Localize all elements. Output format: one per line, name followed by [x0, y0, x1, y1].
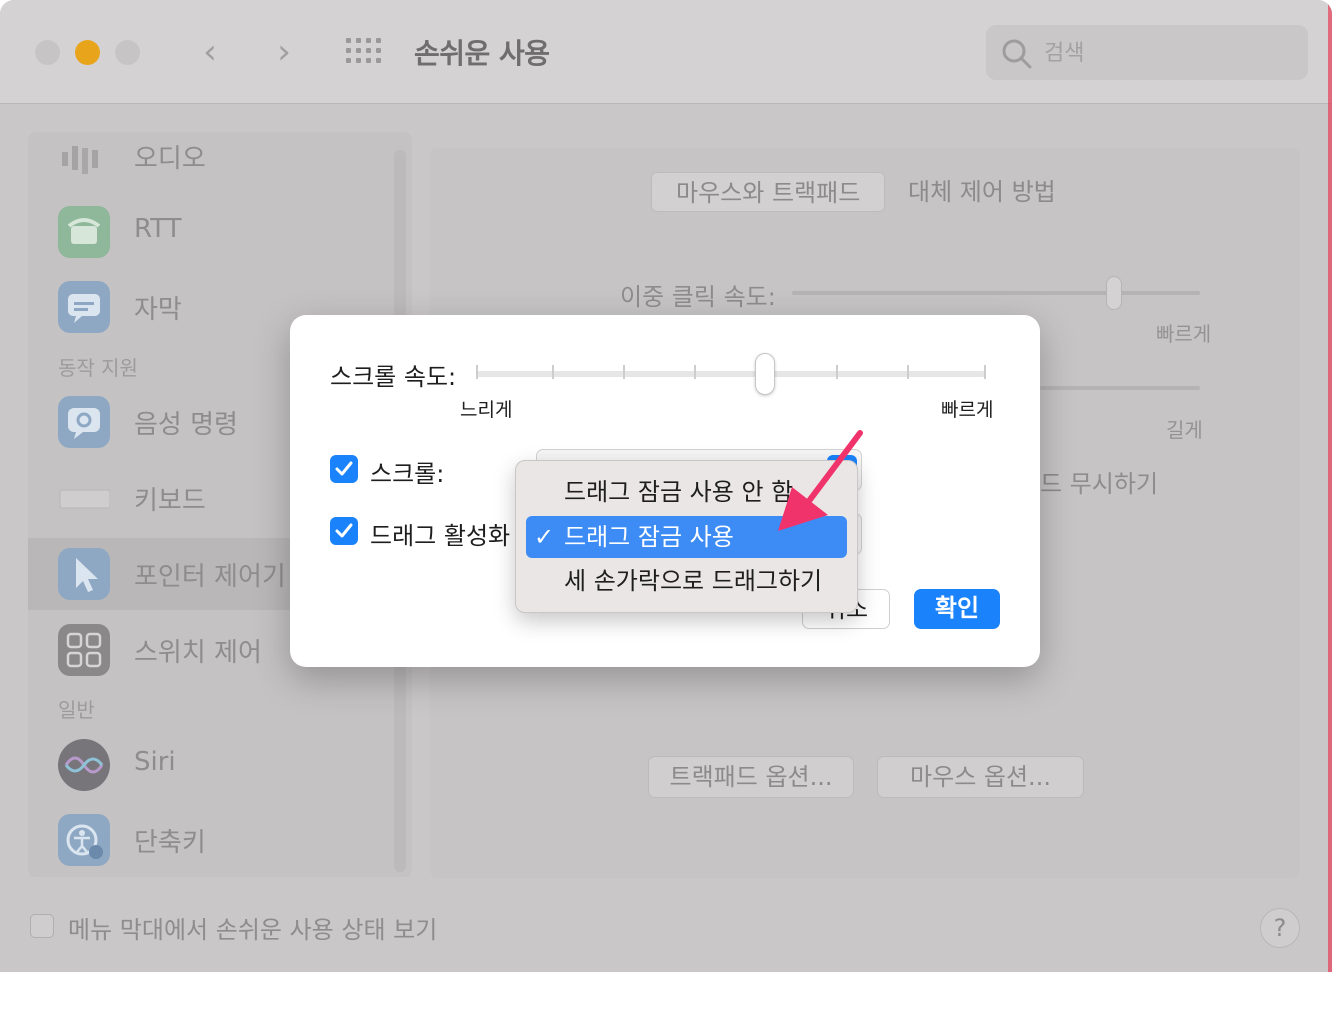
annotation-arrow-icon: [778, 430, 863, 531]
double-click-speed-track[interactable]: [792, 291, 1200, 295]
scroll-speed-knob[interactable]: [755, 353, 775, 395]
siri-icon: [58, 739, 110, 791]
show-status-label: 메뉴 막대에서 손쉬운 사용 상태 보기: [68, 916, 438, 944]
tick-mark: [476, 365, 478, 379]
captions-icon: [58, 281, 110, 333]
ignore-trackpad-label: 드 무시하기: [1040, 470, 1159, 498]
section-header-general: 일반: [58, 698, 95, 722]
tab-mouse-trackpad[interactable]: 마우스와 트랙패드: [651, 172, 886, 212]
checkmark-icon: ✓: [534, 523, 555, 551]
trackpad-options-button[interactable]: 트랙패드 옵션...: [648, 756, 854, 798]
tab-alternate-control[interactable]: 대체 제어 방법: [884, 172, 1080, 212]
close-window-button[interactable]: [35, 40, 60, 65]
scroll-speed-label: 스크롤 속도:: [330, 363, 457, 391]
sidebar-item-siri[interactable]: Siri: [28, 729, 412, 801]
forward-chevron-icon[interactable]: ›: [264, 32, 304, 72]
minimize-window-button[interactable]: [75, 40, 100, 65]
search-input[interactable]: [1044, 38, 1284, 68]
fast-label: 빠르게: [941, 399, 994, 421]
show-status-checkbox[interactable]: [30, 914, 54, 938]
double-click-speed-knob[interactable]: [1106, 276, 1122, 310]
shortcut-icon: [58, 814, 110, 866]
sidebar-item-audio[interactable]: 오디오: [28, 132, 412, 192]
scroll-label: 스크롤:: [370, 460, 445, 488]
search-field[interactable]: [986, 25, 1308, 80]
tick-mark: [694, 365, 696, 379]
bg-fast-label: 빠르게: [1156, 322, 1212, 346]
checkmark-icon: [335, 523, 353, 538]
tick-mark: [984, 365, 986, 379]
ok-button[interactable]: 확인: [914, 589, 1000, 629]
rtt-icon: [58, 206, 110, 258]
tick-mark: [552, 365, 554, 379]
zoom-window-button[interactable]: [115, 40, 140, 65]
title-bar: ‹ › 손쉬운 사용: [0, 0, 1332, 104]
help-button[interactable]: ?: [1260, 908, 1300, 948]
slow-label: 느리게: [460, 399, 513, 421]
double-click-speed-label: 이중 클릭 속도:: [620, 283, 776, 311]
spring-delay-track[interactable]: [1040, 386, 1200, 390]
sidebar-item-shortcut[interactable]: 단축키: [28, 804, 412, 876]
pointer-icon: [58, 548, 110, 600]
tick-mark: [836, 365, 838, 379]
audio-icon: [58, 132, 110, 182]
menu-item-label: 드래그 잠금 사용: [564, 523, 734, 551]
switch-control-icon: [58, 624, 110, 676]
window-edge: [1328, 0, 1332, 972]
keyboard-icon: [58, 472, 111, 524]
drag-checkbox[interactable]: [330, 517, 358, 545]
sidebar-item-rtt[interactable]: RTT: [28, 196, 412, 268]
checkmark-icon: [335, 461, 353, 476]
drag-label: 드래그 활성화: [370, 522, 511, 550]
scroll-checkbox[interactable]: [330, 455, 358, 483]
tick-mark: [623, 365, 625, 379]
menu-item-three-finger-drag[interactable]: 세 손가락으로 드래그하기: [526, 560, 847, 602]
search-icon: [1002, 39, 1032, 69]
mouse-options-button[interactable]: 마우스 옵션...: [877, 756, 1084, 798]
voice-control-icon: [58, 396, 110, 448]
show-all-grid-icon[interactable]: [346, 38, 384, 66]
bg-long-label: 길게: [1166, 418, 1203, 442]
section-header-motor: 동작 지원: [58, 356, 138, 380]
back-chevron-icon[interactable]: ‹: [190, 32, 230, 72]
window-title: 손쉬운 사용: [414, 37, 550, 70]
tick-mark: [907, 365, 909, 379]
